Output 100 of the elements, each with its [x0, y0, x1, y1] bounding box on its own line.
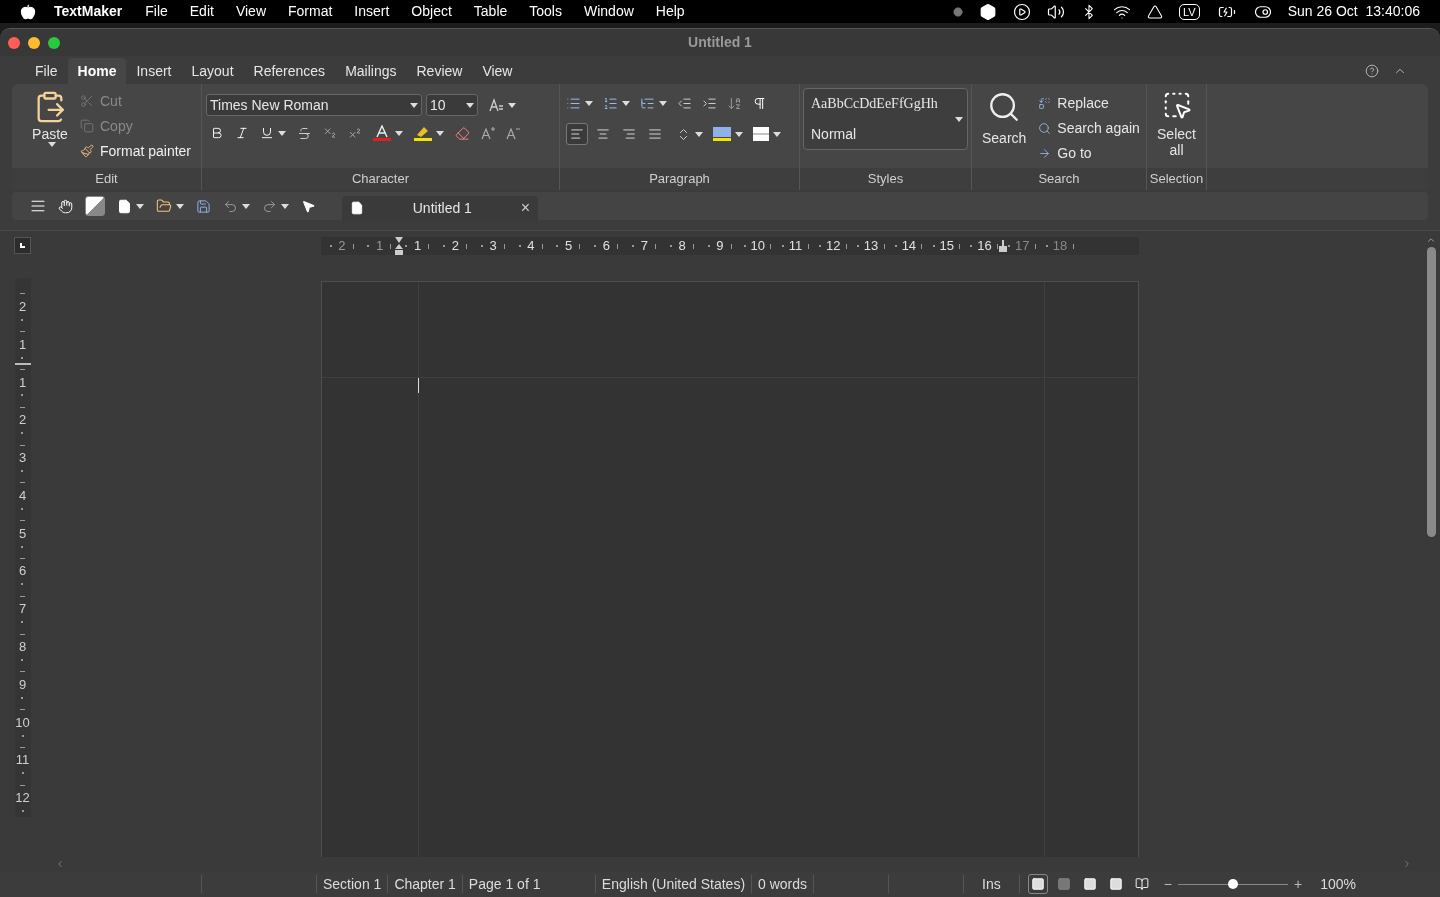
outline-list-icon[interactable] — [640, 96, 655, 111]
caret-icon[interactable] — [242, 203, 250, 209]
contrast-icon[interactable] — [85, 196, 105, 216]
shrink-font-icon[interactable] — [506, 126, 520, 140]
font-size-field[interactable]: 10 — [426, 94, 478, 116]
numbered-list-icon[interactable] — [603, 96, 618, 111]
ribbon-tab[interactable]: Insert — [126, 58, 182, 84]
subscript-icon[interactable] — [323, 126, 337, 140]
caret-icon[interactable] — [48, 142, 56, 147]
zoom-in-button[interactable]: + — [1293, 873, 1303, 895]
font-name-field[interactable]: Times New Roman — [206, 94, 422, 116]
caret-icon[interactable] — [955, 116, 963, 122]
hexagon-icon[interactable] — [979, 2, 998, 21]
zoom-out-button[interactable]: − — [1163, 873, 1172, 895]
menu-item[interactable]: Window — [573, 1, 645, 22]
borders-icon[interactable] — [753, 126, 769, 142]
caret-icon[interactable] — [622, 101, 630, 106]
change-case-icon[interactable] — [488, 97, 504, 113]
search-command[interactable]: Search again — [1038, 117, 1140, 139]
caret-icon[interactable] — [508, 102, 516, 108]
caret-icon[interactable] — [695, 131, 703, 137]
keyboard-layout-badge[interactable]: LV — [1179, 3, 1200, 20]
grow-font-icon[interactable] — [481, 126, 495, 140]
record-icon[interactable] — [953, 6, 964, 17]
open-folder-icon[interactable] — [156, 198, 172, 214]
view-lines-icon[interactable] — [30, 198, 46, 214]
menu-item[interactable]: Object — [400, 1, 463, 22]
caret-icon[interactable] — [466, 102, 474, 108]
caret-icon[interactable] — [735, 131, 743, 137]
menu-item[interactable]: View — [224, 1, 277, 22]
underline-icon[interactable] — [260, 126, 274, 140]
menu-item[interactable]: File — [134, 1, 179, 22]
search-button[interactable]: Search — [982, 90, 1027, 168]
zoom-button[interactable] — [48, 36, 60, 49]
caret-icon[interactable] — [659, 101, 667, 106]
insert-mode-indicator[interactable]: Ins — [982, 873, 1001, 895]
menu-item[interactable]: Tools — [518, 1, 573, 22]
drive-icon[interactable] — [1147, 3, 1164, 20]
apple-icon[interactable] — [20, 3, 36, 20]
edit-command[interactable]: Format painter — [80, 140, 192, 162]
caret-icon[interactable] — [281, 203, 289, 209]
search-command[interactable]: Replace — [1038, 92, 1140, 114]
pointer-icon[interactable] — [301, 198, 316, 214]
caret-icon[interactable] — [410, 102, 418, 108]
help-icon[interactable] — [1365, 64, 1379, 78]
caret-icon[interactable] — [436, 130, 444, 136]
caret-icon[interactable] — [773, 131, 781, 137]
play-icon[interactable] — [1013, 2, 1032, 21]
italic-icon[interactable] — [235, 126, 249, 140]
menu-item[interactable]: Format — [277, 1, 344, 22]
indent-marker-icon[interactable] — [393, 237, 404, 255]
caret-icon[interactable] — [176, 203, 184, 209]
clock[interactable]: Sun 26 Oct 13:40:06 — [1287, 1, 1420, 22]
bold-icon[interactable] — [210, 126, 224, 140]
style-gallery[interactable]: AaBbCcDdEeFfGgHh Normal — [803, 88, 968, 150]
save-icon[interactable] — [196, 198, 211, 214]
ribbon-tab[interactable]: References — [243, 58, 336, 84]
tab-close-button[interactable]: × — [520, 196, 530, 220]
pilcrow-icon[interactable] — [752, 96, 767, 111]
document-tab[interactable]: Untitled 1 × — [342, 196, 538, 220]
scroll-thumb[interactable] — [1426, 247, 1436, 537]
scroll-up-icon[interactable] — [1426, 235, 1436, 245]
menu-item[interactable]: Insert — [343, 1, 401, 22]
minimize-button[interactable] — [28, 36, 40, 49]
shading-icon[interactable] — [713, 126, 731, 142]
ribbon-tab[interactable]: Layout — [181, 58, 244, 84]
clear-formatting-icon[interactable] — [455, 125, 470, 141]
caret-icon[interactable] — [278, 130, 286, 136]
increase-indent-icon[interactable] — [702, 96, 717, 111]
caret-icon[interactable] — [136, 203, 144, 209]
sort-icon[interactable] — [727, 96, 742, 111]
tab-stop-selector[interactable] — [14, 237, 31, 254]
ribbon-tab[interactable]: Review — [406, 58, 473, 84]
undo-icon[interactable] — [223, 198, 238, 214]
right-indent-marker-icon[interactable] — [998, 240, 1009, 252]
volume-icon[interactable] — [1047, 2, 1066, 21]
hand-icon[interactable] — [58, 198, 73, 214]
search-command[interactable]: Go to — [1038, 142, 1140, 164]
caret-icon[interactable] — [395, 130, 403, 136]
app-name[interactable]: TextMaker — [54, 1, 123, 22]
menu-item[interactable]: Table — [462, 1, 519, 22]
strikethrough-icon[interactable] — [297, 125, 312, 141]
ribbon-tab[interactable]: View — [472, 58, 523, 84]
superscript-icon[interactable] — [348, 126, 362, 140]
new-document-icon[interactable] — [117, 198, 132, 214]
zoom-slider[interactable] — [1177, 878, 1288, 890]
close-button[interactable] — [8, 36, 20, 49]
redo-icon[interactable] — [262, 198, 277, 214]
paste-button[interactable]: Paste — [30, 90, 70, 168]
decrease-indent-icon[interactable] — [677, 96, 692, 111]
page-view-icon[interactable] — [1027, 874, 1048, 894]
zoom-slider-thumb[interactable] — [1227, 879, 1238, 889]
ribbon-tab[interactable]: Home — [67, 58, 127, 84]
menu-item[interactable]: Help — [644, 1, 696, 22]
bullet-list-icon[interactable] — [566, 96, 581, 111]
select-all-button[interactable]: Select all — [1154, 90, 1199, 168]
ribbon-tab[interactable]: Mailings — [335, 58, 407, 84]
caret-icon[interactable] — [585, 101, 593, 106]
menu-item[interactable]: Edit — [178, 1, 225, 22]
align-left-icon[interactable] — [566, 123, 588, 145]
